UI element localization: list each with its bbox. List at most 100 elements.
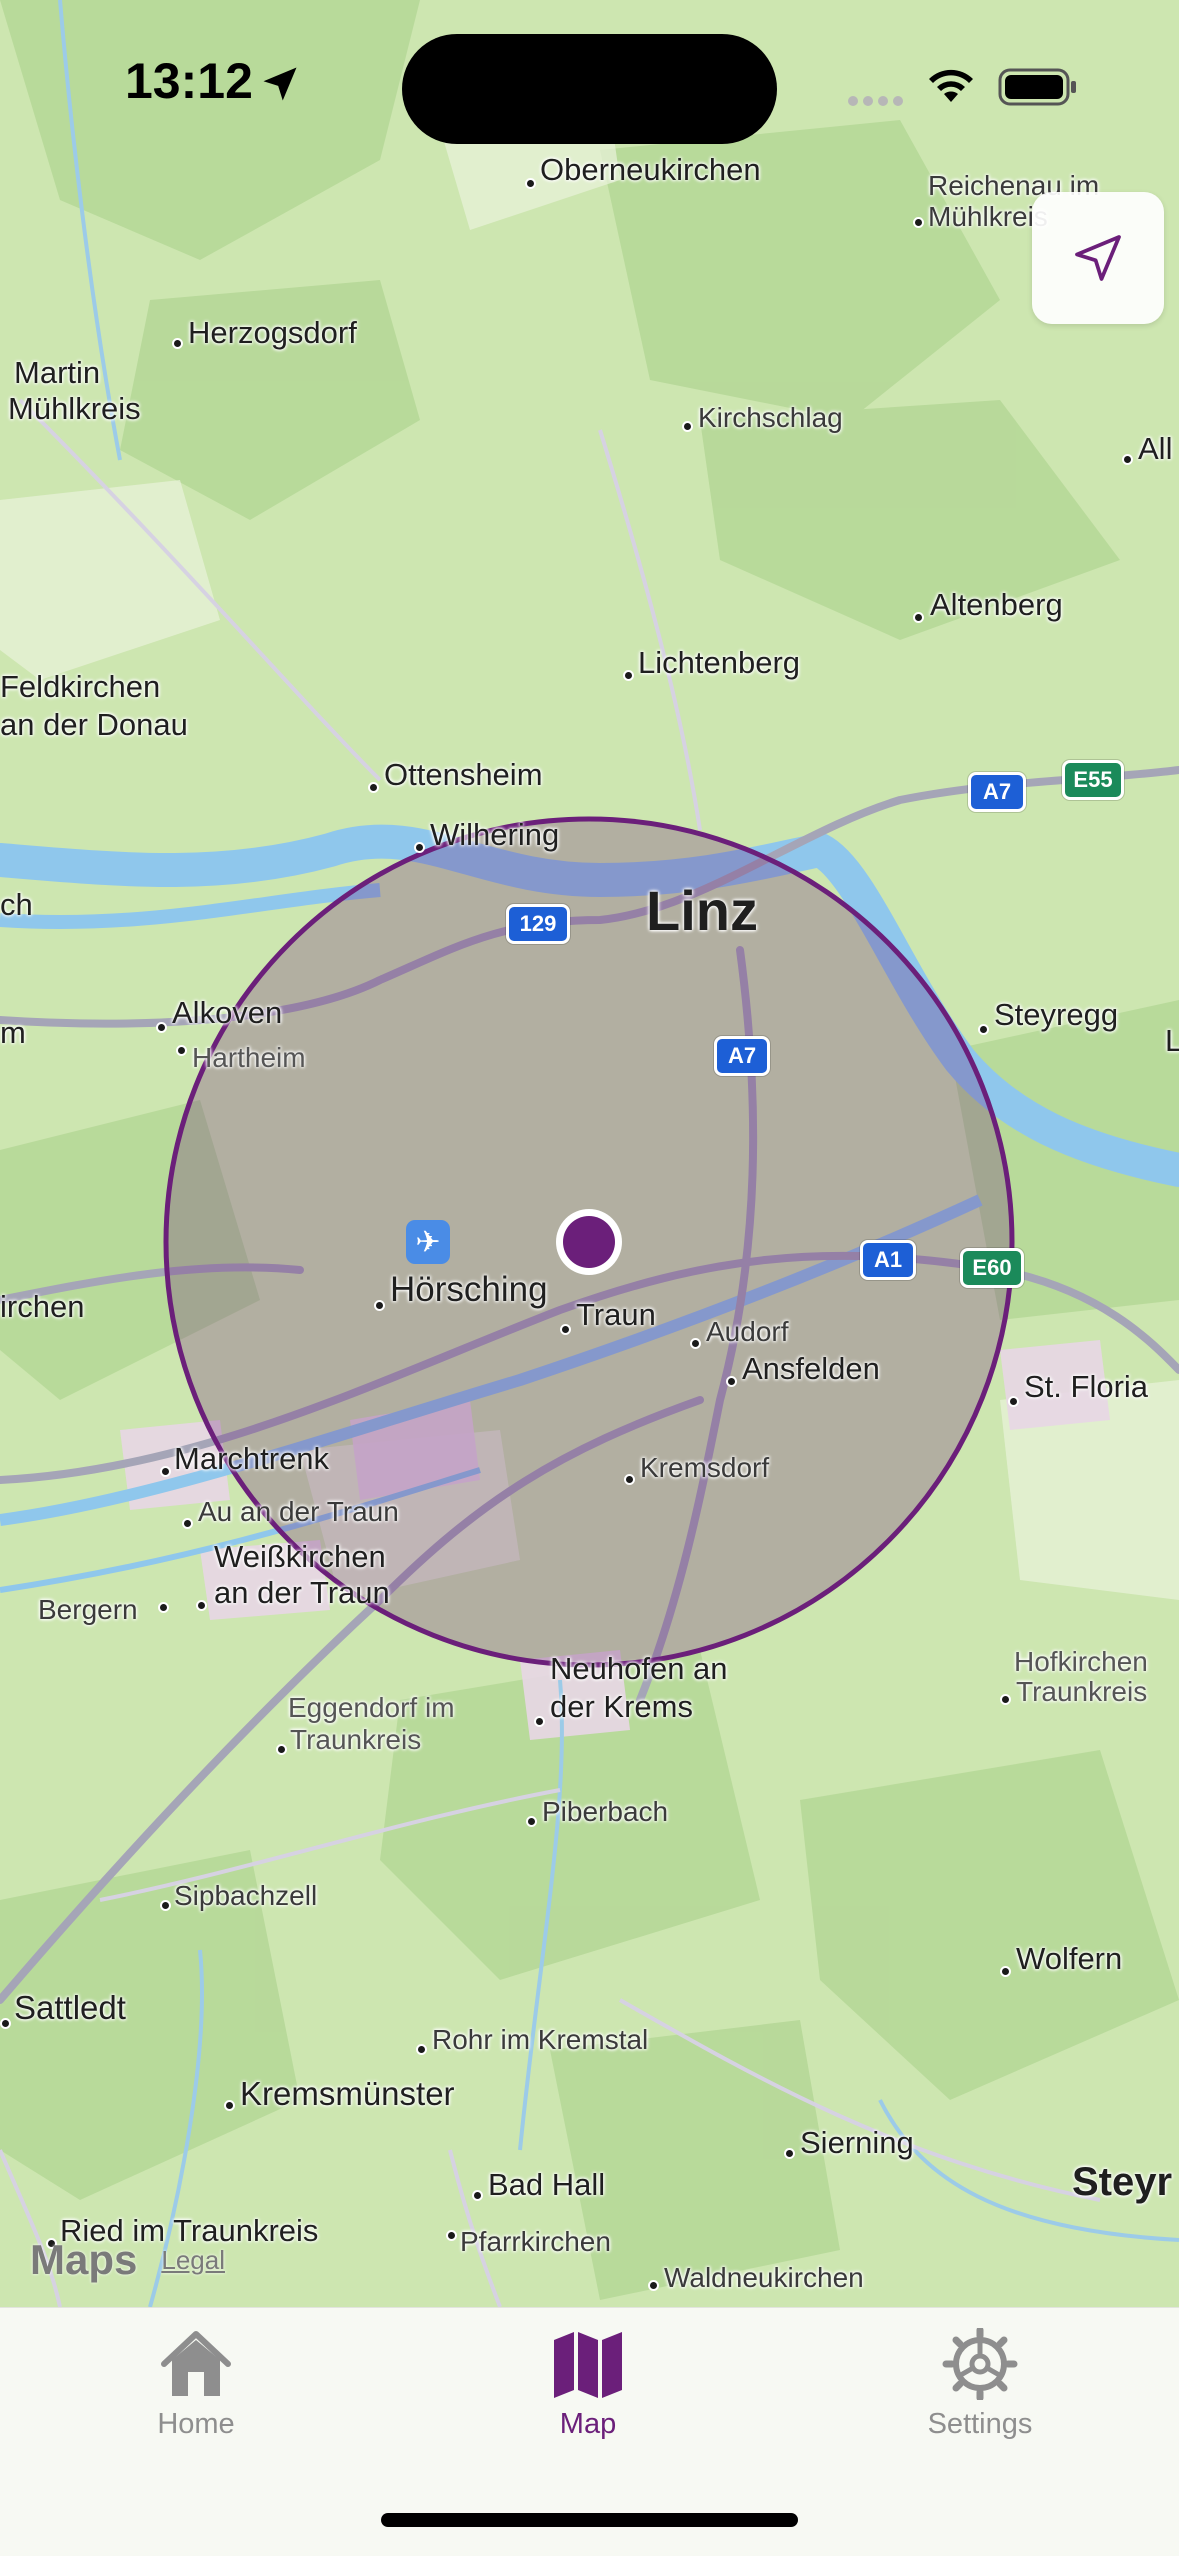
- place-dot: [158, 1602, 169, 1613]
- place-rohr: Rohr im Kremstal: [432, 2024, 649, 2055]
- place-weisskirchen-sub: an der Traun: [214, 1575, 390, 1610]
- place-neuhofen-sub: der Krems: [550, 1689, 693, 1724]
- place-dot: [624, 1474, 635, 1485]
- place-eggendorf: Eggendorf im: [288, 1692, 455, 1723]
- place-linz: Linz: [646, 879, 758, 942]
- place-steyregg: Steyregg: [994, 997, 1119, 1032]
- locate-me-button[interactable]: [1032, 192, 1164, 324]
- place-sipbachzell: Sipbachzell: [174, 1880, 318, 1911]
- tab-map-label: Map: [559, 2408, 617, 2440]
- place-dot: [276, 1744, 287, 1755]
- road-shield-129: 129: [506, 904, 570, 944]
- place-ch: ch: [0, 887, 33, 922]
- road-shield-a1: A1: [860, 1240, 916, 1280]
- place-st-florian: St. Floria: [1024, 1369, 1149, 1404]
- location-services-icon: [263, 67, 297, 101]
- place-sierning: Sierning: [800, 2125, 914, 2160]
- place-dot: [534, 1716, 545, 1727]
- place-dot: [690, 1338, 701, 1349]
- place-audorf: Audorf: [706, 1316, 789, 1347]
- legal-link[interactable]: Legal: [161, 2245, 225, 2276]
- place-dot: [368, 782, 379, 793]
- place-dot: [224, 2100, 235, 2111]
- place-dot: [182, 1518, 193, 1529]
- place-dot: [196, 1600, 207, 1611]
- place-dot: [446, 2230, 457, 2241]
- tab-map[interactable]: Map: [488, 2328, 688, 2468]
- house-icon: [161, 2331, 231, 2396]
- tab-settings-label: Settings: [927, 2408, 1033, 2440]
- place-martin: Martin: [14, 355, 101, 390]
- place-dot: [623, 670, 634, 681]
- place-kremsmuenster: Kremsmünster: [240, 2075, 455, 2112]
- place-dot: [416, 2044, 427, 2055]
- place-m: m: [0, 1015, 26, 1050]
- place-dot: [160, 1466, 171, 1477]
- map-icon: [554, 2332, 622, 2398]
- place-kremsdorf: Kremsdorf: [640, 1452, 770, 1483]
- place-wolfern: Wolfern: [1016, 1941, 1123, 1976]
- place-wilhering: Wilhering: [430, 817, 560, 852]
- place-feldkirchen-sub: an der Donau: [0, 707, 188, 742]
- place-waldneukirchen: Waldneukirchen: [664, 2262, 864, 2293]
- gear-icon: [942, 2328, 1018, 2400]
- place-dot: [472, 2190, 483, 2201]
- place-dot: [160, 1900, 171, 1911]
- place-altenberg: Altenberg: [930, 587, 1063, 622]
- place-dot: [172, 338, 183, 349]
- home-indicator[interactable]: [381, 2513, 798, 2527]
- place-dot: [560, 1324, 571, 1335]
- place-traun: Traun: [576, 1297, 656, 1332]
- location-arrow-icon: [1075, 235, 1121, 281]
- road-shield-a7: A7: [714, 1036, 770, 1076]
- place-hofkirchen-sub: Traunkreis: [1016, 1676, 1148, 1707]
- tab-settings[interactable]: Settings: [880, 2328, 1080, 2468]
- airport-icon: ✈: [406, 1220, 450, 1264]
- place-sattledt: Sattledt: [14, 1989, 126, 2026]
- tab-home-label: Home: [157, 2408, 235, 2440]
- place-au: Au an der Traun: [198, 1496, 399, 1527]
- road-shield-e60: E60: [960, 1248, 1024, 1288]
- place-hartheim: Hartheim: [192, 1042, 306, 1073]
- place-dot: [682, 421, 693, 432]
- place-ansfelden: Ansfelden: [742, 1351, 880, 1386]
- place-dot: [726, 1376, 737, 1387]
- status-time: 13:12: [125, 53, 253, 109]
- place-kirchschlag: Kirchschlag: [698, 402, 843, 433]
- place-dot: [648, 2280, 659, 2291]
- place-feldkirchen: Feldkirchen: [0, 669, 161, 704]
- place-all: All: [1138, 431, 1173, 466]
- place-dot: [1122, 454, 1133, 465]
- dynamic-island: [402, 34, 777, 144]
- map-view[interactable]: Oberneukirchen Reichenau im Mühlkreis He…: [0, 0, 1179, 2307]
- wifi-icon: [929, 69, 973, 102]
- place-dot: [1000, 1694, 1011, 1705]
- road-shield-a7: A7: [968, 772, 1026, 812]
- place-hoersching: Hörsching: [390, 1270, 548, 1309]
- place-dot: [526, 1816, 537, 1827]
- place-dot: [176, 1045, 187, 1056]
- place-lichtenberg: Lichtenberg: [638, 645, 801, 680]
- cellular-signal-icon: [848, 96, 903, 106]
- place-ottensheim: Ottensheim: [384, 757, 543, 792]
- tab-home[interactable]: Home: [96, 2328, 296, 2468]
- map-attribution: Maps Legal: [30, 2236, 225, 2284]
- place-herzogsdorf: Herzogsdorf: [188, 315, 357, 350]
- place-dot: [0, 2018, 11, 2029]
- place-alkoven: Alkoven: [172, 995, 283, 1030]
- place-bad-hall: Bad Hall: [488, 2167, 606, 2202]
- road-shield-e55: E55: [1062, 760, 1124, 800]
- place-bergern: Bergern: [38, 1594, 138, 1625]
- place-eggendorf-sub: Traunkreis: [290, 1724, 422, 1755]
- place-muhlkreis: Mühlkreis: [8, 391, 141, 426]
- place-dot: [374, 1300, 385, 1311]
- place-irchen: irchen: [0, 1289, 85, 1324]
- place-dot: [1000, 1966, 1011, 1977]
- place-dot: [414, 842, 425, 853]
- battery-icon: [998, 68, 1076, 106]
- place-steyr: Steyr: [1072, 2160, 1173, 2204]
- place-piberbach: Piberbach: [542, 1796, 669, 1827]
- place-dot: [784, 2148, 795, 2159]
- place-oberneukirchen: Oberneukirchen: [540, 152, 761, 187]
- place-l: L: [1165, 1023, 1179, 1058]
